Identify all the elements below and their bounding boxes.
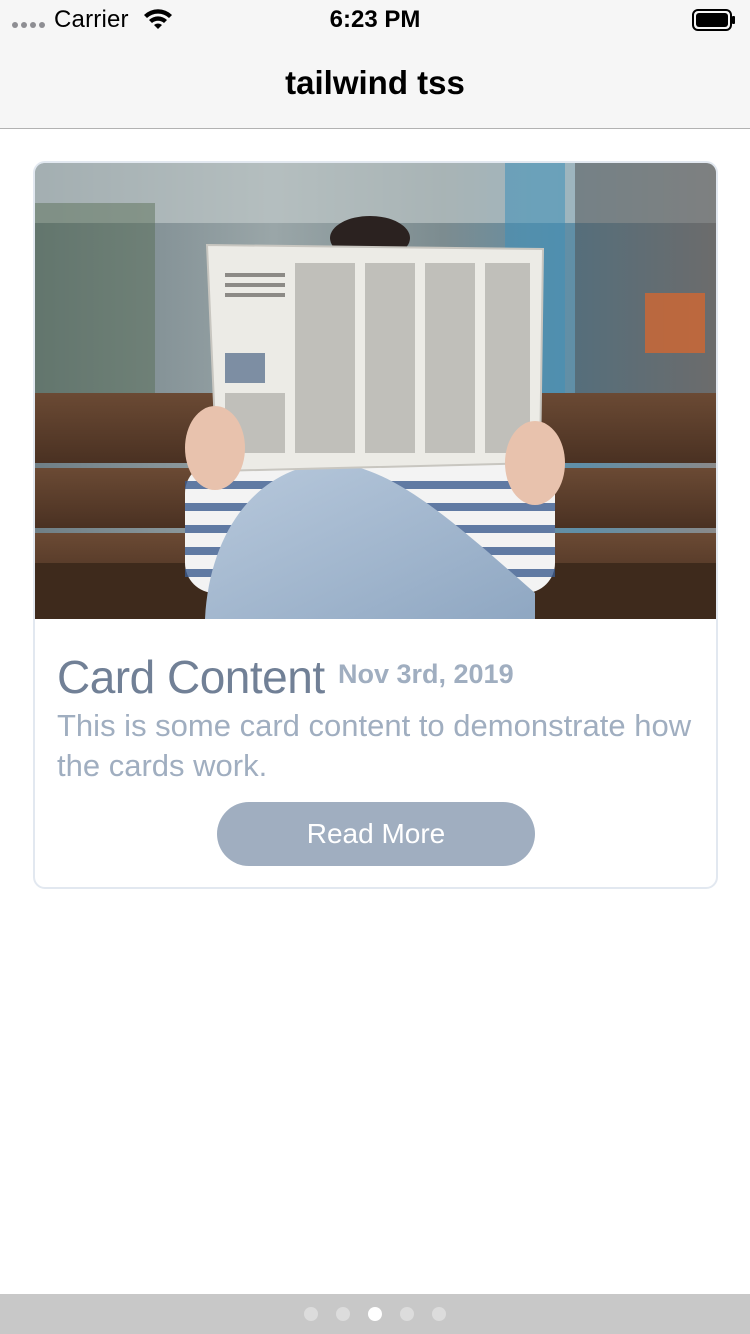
card-image bbox=[35, 163, 716, 619]
content-card: Card Content Nov 3rd, 2019 This is some … bbox=[33, 161, 718, 889]
page-dot[interactable] bbox=[400, 1307, 414, 1321]
navigation-bar: tailwind tss bbox=[0, 40, 750, 129]
clock: 6:23 PM bbox=[329, 6, 421, 33]
page-dot[interactable] bbox=[368, 1307, 382, 1321]
page-dots bbox=[0, 1307, 750, 1321]
page-dot[interactable] bbox=[304, 1307, 318, 1321]
page-dot[interactable] bbox=[432, 1307, 446, 1321]
battery-icon bbox=[692, 9, 735, 31]
page-title: tailwind tss bbox=[285, 64, 465, 101]
card-body-text: This is some card content to demonstrate… bbox=[57, 708, 692, 783]
card-date: Nov 3rd, 2019 bbox=[338, 659, 514, 689]
page-indicator[interactable] bbox=[0, 1294, 750, 1334]
status-bar: Carrier 6:23 PM bbox=[0, 0, 750, 40]
read-more-button[interactable]: Read More bbox=[217, 802, 535, 866]
page-dot[interactable] bbox=[336, 1307, 350, 1321]
card-title: Card Content bbox=[57, 651, 325, 703]
